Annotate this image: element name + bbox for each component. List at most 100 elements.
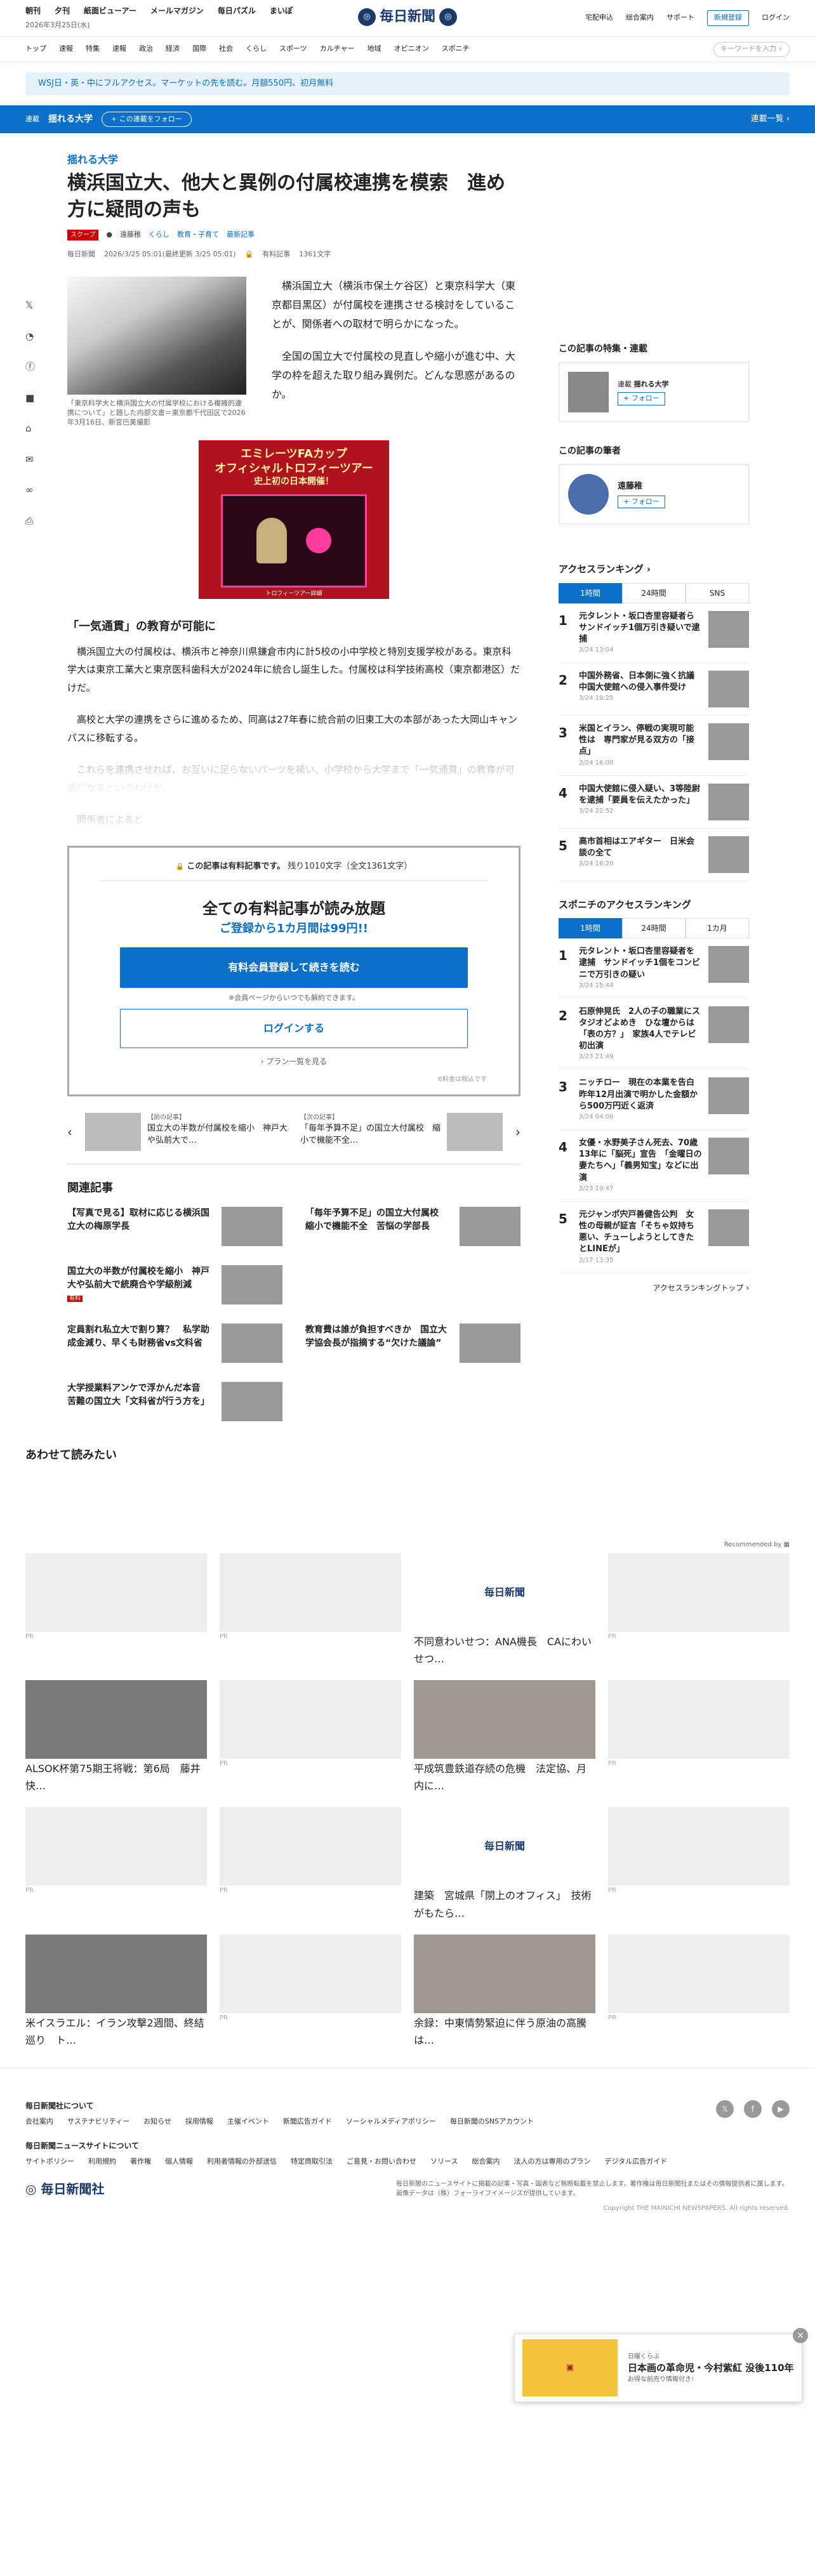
feature-box[interactable]: 連載 揺れる大学 + フォロー: [559, 362, 749, 422]
nav-sports[interactable]: スポーツ: [279, 44, 307, 55]
nav-opinion[interactable]: オピニオン: [394, 44, 429, 55]
lead-photo[interactable]: [67, 276, 246, 395]
comment-icon[interactable]: ◔: [25, 329, 35, 344]
footer-link[interactable]: お知らせ: [143, 2117, 171, 2127]
related-item[interactable]: 国立大の半数が付属校を縮小 神戸大や弘前大で統廃合や学級削減 有料: [67, 1265, 282, 1304]
link-maipo[interactable]: まいぽ: [270, 5, 293, 16]
reading-card[interactable]: PR: [220, 1680, 401, 1794]
chevron-right-icon[interactable]: ›: [515, 1122, 520, 1141]
related-item[interactable]: 【写真で見る】取材に応じる横浜国立大の梅原学長: [67, 1206, 282, 1246]
link-guide[interactable]: 総合案内: [626, 13, 654, 23]
sponichi-item[interactable]: 4 女優・水野美子さん死去、70歳 13年に「脳死」宣告 「金曜日の妻たちへ」「義…: [559, 1130, 749, 1202]
ad-banner[interactable]: エミレーツFAカップ オフィシャルトロフィーツアー 史上初の日本開催！ トロフィ…: [199, 440, 389, 599]
footer-link[interactable]: 会社案内: [25, 2117, 53, 2127]
ranking-item[interactable]: 2 中国外務省、日本側に強く抗議 中国大使館への侵入事件受け 3/24 19:25: [559, 663, 749, 716]
footer-logo[interactable]: ◎ 毎日新聞社: [25, 2179, 104, 2198]
nav-society[interactable]: 社会: [219, 44, 233, 55]
nav-culture[interactable]: カルチャー: [320, 44, 355, 55]
footer-link[interactable]: 特定商取引法: [291, 2157, 333, 2167]
search-icon[interactable]: ⌕: [779, 44, 783, 55]
link-evening[interactable]: 夕刊: [55, 5, 70, 16]
ranking-heading[interactable]: アクセスランキング ›: [559, 562, 749, 577]
link-icon[interactable]: ∞: [25, 483, 35, 497]
paywall-login-button[interactable]: ログインする: [120, 1008, 468, 1048]
nav-world[interactable]: 国際: [192, 44, 206, 55]
footer-link[interactable]: 個人情報: [165, 2157, 193, 2167]
prev-article[interactable]: 【前の記事】 国立大の半数が付属校を縮小 神戸大や弘前大で…: [85, 1112, 288, 1151]
sponichi-item[interactable]: 2 石原伸晃氏 2人の子の職業にスタジオどよめき ひな壇からは「表の方？」 家族4…: [559, 999, 749, 1070]
site-logo[interactable]: ◎ 毎日新聞 ◎: [357, 6, 458, 27]
footer-link[interactable]: 著作権: [130, 2157, 151, 2167]
login-link[interactable]: ログイン: [762, 13, 790, 23]
related-item[interactable]: 「毎年予算不足」の国立大付属校 縮小で機能不全 苦悩の学部長: [305, 1206, 520, 1246]
next-article[interactable]: 【次の記事】 「毎年予算不足」の国立大付属校 縮小で機能不全…: [300, 1112, 503, 1151]
facebook-social-icon[interactable]: f: [744, 2100, 762, 2119]
reading-card[interactable]: 米イスラエル：イラン攻撃2週間、終結巡り ト…: [25, 1934, 207, 2049]
feature-follow-button[interactable]: + フォロー: [618, 392, 665, 405]
link-support[interactable]: サポート: [666, 13, 694, 23]
ranking-item[interactable]: 3 米国とイラン、停戦の実現可能性は 専門家が見る双方の「接点」 3/24 16:0…: [559, 716, 749, 776]
serial-name[interactable]: 揺れる大学: [48, 113, 93, 126]
reading-card[interactable]: PR: [608, 1934, 790, 2049]
related-item[interactable]: 大学授業料アンケで浮かんだ本音 苦難の国立大「文科省が行う方を」: [67, 1381, 282, 1421]
tag-education[interactable]: 教育・子育て: [177, 230, 219, 240]
footer-link[interactable]: サイトポリシー: [25, 2157, 74, 2167]
footer-link[interactable]: 総合案内: [472, 2157, 500, 2167]
reading-card[interactable]: PR: [220, 1934, 401, 2049]
tab-sns[interactable]: SNS: [686, 582, 749, 603]
sp-tab-24h[interactable]: 24時間: [622, 918, 686, 939]
link-delivery[interactable]: 宅配申込: [585, 13, 613, 23]
sponichi-item[interactable]: 3 ニッチロー 現在の本業を告白 昨年12月出演で明かした金額から500万円近く返…: [559, 1070, 749, 1130]
link-mail[interactable]: メールマガジン: [150, 5, 204, 16]
reading-card[interactable]: PR: [25, 1553, 207, 1667]
nav-latest[interactable]: 速報: [59, 44, 73, 55]
print-icon[interactable]: ⎙: [25, 514, 35, 529]
serial-all-link[interactable]: 連載一覧 ›: [751, 113, 790, 126]
article-category[interactable]: 揺れる大学: [67, 152, 520, 168]
footer-link[interactable]: 毎日新聞のSNSアカウント: [450, 2117, 534, 2127]
footer-link[interactable]: ソーシャルメディアポリシー: [346, 2117, 436, 2127]
x-social-icon[interactable]: 𝕏: [716, 2100, 734, 2119]
nav-region[interactable]: 地域: [368, 44, 381, 55]
register-button[interactable]: 新規登録: [707, 10, 749, 26]
reading-card[interactable]: 余録：中東情勢緊迫に伴う原油の高騰は…: [414, 1934, 595, 2049]
author-follow-button[interactable]: + フォロー: [618, 495, 665, 508]
footer-link[interactable]: 利用者情報の外部送信: [207, 2157, 277, 2167]
tab-1h[interactable]: 1時間: [559, 582, 622, 603]
sp-tab-1h[interactable]: 1時間: [559, 918, 622, 939]
nav-sponichi[interactable]: スポニチ: [442, 44, 470, 55]
sponichi-item[interactable]: 5 元ジャンポ宍戸善健告公判 女性の母親が証言「そちゃ奴持ち悪い、チューしようとし…: [559, 1202, 749, 1273]
reading-card[interactable]: PR: [220, 1553, 401, 1667]
sp-tab-1m[interactable]: 1カ月: [686, 918, 749, 939]
serial-follow-button[interactable]: + この連載をフォロー: [102, 111, 192, 128]
footer-link[interactable]: 採用情報: [185, 2117, 213, 2127]
related-item[interactable]: 教育費は誰が負担すべきか 国立大学協会長が指摘する“欠けた議論”: [305, 1323, 520, 1363]
reading-card[interactable]: PR: [608, 1553, 790, 1667]
ranking-top-link[interactable]: アクセスランキングトップ ›: [559, 1282, 749, 1294]
promo-banner[interactable]: WSJ日・英・中にフルアクセス。マーケットの先を読む。月額550円、初月無料: [25, 72, 790, 95]
reading-card[interactable]: ALSOK杯第75期王将戦：第6局 藤井快…: [25, 1680, 207, 1794]
nav-feature[interactable]: 特集: [86, 44, 100, 55]
x-share-icon[interactable]: 𝕏: [25, 298, 35, 313]
bookmark-icon[interactable]: ⌂: [25, 421, 35, 436]
reading-card[interactable]: 毎日新聞 建築 宮城県「閖上のオフィス」 技術がもたら…: [414, 1807, 595, 1921]
close-icon[interactable]: ×: [793, 2328, 808, 2343]
tag-life[interactable]: くらし: [149, 230, 169, 240]
tag-latest[interactable]: 最新記事: [227, 230, 255, 240]
nav-economy[interactable]: 経済: [166, 44, 180, 55]
sponichi-item[interactable]: 1 元タレント・坂口杏里容疑者を逮捕 サンドイッチ1個をコンビニで万引きの疑い 3/…: [559, 938, 749, 999]
footer-link[interactable]: デジタル広告ガイド: [604, 2157, 667, 2167]
nav-politics[interactable]: 政治: [139, 44, 153, 55]
footer-link[interactable]: ソリース: [430, 2157, 458, 2167]
link-morning[interactable]: 朝刊: [25, 5, 41, 16]
search-input[interactable]: キーワードを入力 ⌕: [713, 41, 790, 57]
ranking-item[interactable]: 5 高市首相はエアギター 日米会談の全て 3/24 16:20: [559, 829, 749, 881]
ranking-item[interactable]: 1 元タレント・坂口杏里容疑者ら サンドイッチ1個万引き疑いで逮捕 3/24 13:…: [559, 603, 749, 664]
author-box[interactable]: 遠藤稚 + フォロー: [559, 464, 749, 524]
chevron-left-icon[interactable]: ‹: [67, 1122, 72, 1141]
link-viewer[interactable]: 紙面ビューアー: [84, 5, 136, 16]
nav-life[interactable]: くらし: [246, 44, 267, 55]
footer-link[interactable]: ご意見・お問い合わせ: [347, 2157, 416, 2167]
hatena-icon[interactable]: ■: [25, 391, 35, 405]
footer-link[interactable]: 新聞広告ガイド: [283, 2117, 332, 2127]
